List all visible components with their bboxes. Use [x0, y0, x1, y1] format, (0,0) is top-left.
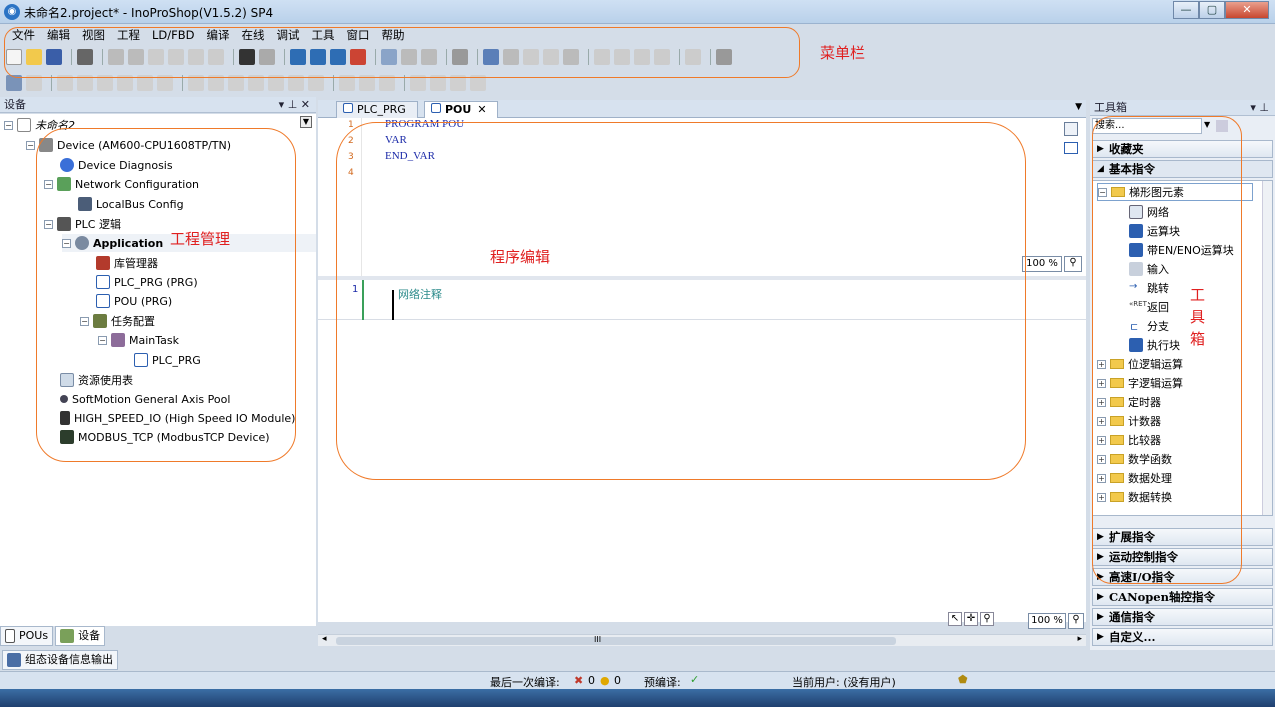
toolbox-annotation-char-3: 箱	[1190, 330, 1206, 348]
panel-pin-icon[interactable]: ▾ ⊥ ✕	[279, 97, 310, 113]
status-bar: 最后一次编译: ✖ 0 ● 0 预编译: ✓ 当前用户: (没有用户) ⬟	[0, 671, 1275, 689]
toolbox-annotation-char-1: 工	[1190, 286, 1206, 304]
last-compile-label: 最后一次编译:	[490, 676, 560, 689]
ladder-zoom-level[interactable]: 100 %	[1028, 613, 1066, 629]
precompile-label: 预编译:	[644, 676, 681, 689]
toolbox-annotation-char-2: 具	[1190, 308, 1206, 326]
ladder-tools: ↖ ✛ ⚲	[948, 612, 994, 626]
windows-taskbar	[0, 689, 1275, 707]
move-tool-icon[interactable]: ✛	[964, 612, 978, 626]
output-icon	[7, 653, 21, 667]
devices-tab-icon	[60, 629, 75, 643]
title-bar: ◉ 未命名2.project* - InoProShop(V1.5.2) SP4…	[0, 0, 1275, 24]
editor-horizontal-scrollbar[interactable]: ◂ III ▸	[318, 634, 1086, 646]
collapse-icon[interactable]: −	[26, 140, 35, 150]
error-count[interactable]: 0	[588, 674, 595, 687]
tab-pous-label: POUs	[19, 629, 49, 642]
menu-annotation-frame	[4, 27, 800, 78]
editor-tab-bar: PLC_PRG POU ✕ ▼	[318, 100, 1086, 118]
collapse-icon[interactable]: −	[4, 120, 13, 130]
minimize-button[interactable]: —	[1173, 1, 1199, 19]
devices-bottom-tabs: POUs 设备	[0, 626, 107, 646]
section-canopen[interactable]: ▶ CANopen轴控指令	[1092, 588, 1273, 606]
section-label: 通信指令	[1109, 610, 1155, 624]
close-button[interactable]: ✕	[1225, 1, 1269, 19]
zoom-tool-icon[interactable]: ⚲	[980, 612, 994, 626]
tab-devices[interactable]: 设备	[55, 626, 106, 646]
project-annotation-label: 工程管理	[170, 230, 231, 248]
toolbox-pin-icon[interactable]: ▾ ⊥	[1250, 100, 1269, 116]
ladder-zoom-icon[interactable]: ⚲	[1068, 613, 1084, 629]
toolbox-vertical-scrollbar[interactable]	[1262, 181, 1272, 515]
maximize-button[interactable]: ▢	[1199, 1, 1225, 19]
shield-icon: ⬟	[958, 673, 968, 686]
toolbox-annotation-frame	[1092, 116, 1242, 584]
editor-annotation-label: 程序编辑	[490, 248, 551, 266]
devices-panel-title: 设备	[4, 98, 26, 111]
tab-plc-prg[interactable]: PLC_PRG	[336, 101, 418, 118]
zoom-icon[interactable]: ⚲	[1064, 256, 1082, 272]
expand-icon: ▶	[1097, 632, 1104, 642]
app-icon: ◉	[4, 4, 20, 20]
toolbox-title: 工具箱	[1094, 101, 1127, 114]
tab-pou[interactable]: POU ✕	[424, 101, 498, 118]
pous-tab-icon	[5, 629, 15, 643]
warning-count[interactable]: 0	[614, 674, 621, 687]
toolbox-header: 工具箱 ▾ ⊥	[1090, 100, 1275, 116]
expand-icon: ▶	[1097, 592, 1104, 602]
scroll-grip: III	[594, 635, 602, 644]
error-icon: ✖	[574, 674, 584, 687]
current-user: 当前用户: (没有用户)	[792, 676, 896, 689]
menu-annotation-label: 菜单栏	[820, 44, 866, 62]
tab-plc-prg-label: PLC_PRG	[357, 103, 406, 116]
project-annotation-frame	[36, 128, 296, 462]
pou-tab-icon	[431, 103, 441, 113]
tab-device-output-label: 组态设备信息输出	[25, 653, 113, 666]
tree-dropdown-icon[interactable]: ▼	[300, 116, 312, 128]
scroll-right-icon[interactable]: ▸	[1077, 634, 1082, 644]
section-label: 自定义...	[1109, 630, 1156, 644]
tab-devices-label: 设备	[78, 629, 101, 642]
section-communication[interactable]: ▶ 通信指令	[1092, 608, 1273, 626]
devices-panel-header: 设备 ▾ ⊥ ✕	[0, 97, 316, 113]
output-strip: 组态设备信息输出	[0, 650, 1275, 670]
window-title: 未命名2.project* - InoProShop(V1.5.2) SP4	[24, 6, 274, 20]
close-tab-icon[interactable]: ✕	[477, 103, 486, 116]
program-tab-icon	[343, 103, 353, 113]
scroll-left-icon[interactable]: ◂	[322, 634, 327, 644]
window-controls: — ▢ ✕	[1173, 1, 1269, 19]
warning-icon: ●	[600, 674, 610, 687]
tab-pou-label: POU	[445, 103, 472, 116]
section-label: CANopen轴控指令	[1109, 590, 1215, 604]
precompile-ok-icon: ✓	[690, 673, 700, 686]
text-view-icon[interactable]	[1064, 122, 1078, 136]
zoom-level[interactable]: 100 %	[1022, 256, 1062, 272]
expand-icon: ▶	[1097, 612, 1104, 622]
tab-device-output[interactable]: 组态设备信息输出	[2, 650, 118, 670]
select-tool-icon[interactable]: ↖	[948, 612, 962, 626]
scroll-thumb[interactable]	[336, 637, 896, 645]
table-view-icon[interactable]	[1064, 142, 1078, 154]
tab-pous[interactable]: POUs	[0, 626, 54, 646]
project-icon	[17, 118, 31, 132]
tab-list-icon[interactable]: ▼	[1075, 102, 1082, 112]
section-custom[interactable]: ▶ 自定义...	[1092, 628, 1273, 646]
editor-annotation-frame	[336, 122, 1026, 480]
